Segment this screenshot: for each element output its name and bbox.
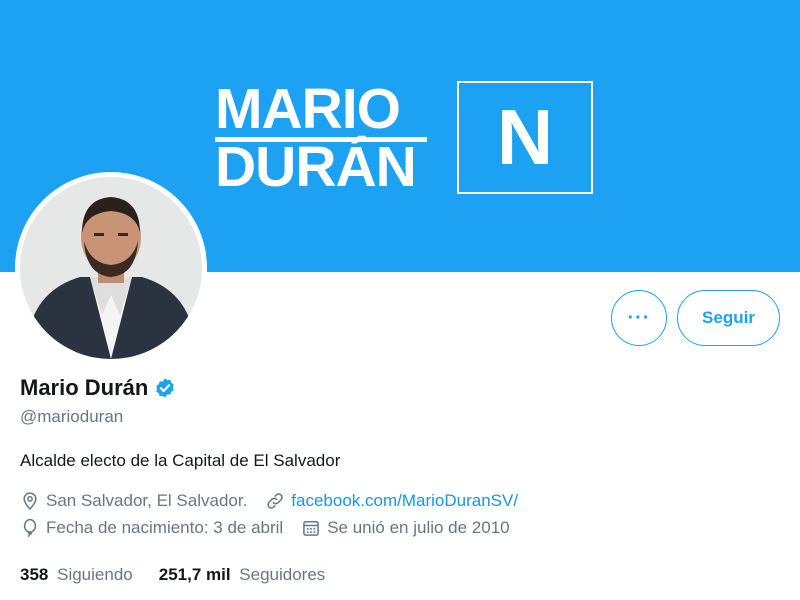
followers-count: 251,7 mil bbox=[158, 565, 231, 584]
profile-name: Mario Durán bbox=[20, 375, 149, 400]
profile-name-row: Mario Durán bbox=[20, 372, 176, 404]
balloon-icon bbox=[20, 518, 40, 538]
following-label: Siguiendo bbox=[57, 565, 133, 584]
profile-location-text: San Salvador, El Salvador. bbox=[46, 491, 248, 510]
profile-location: San Salvador, El Salvador. bbox=[20, 491, 247, 511]
profile-joined-text: Se unió en julio de 2010 bbox=[327, 518, 510, 537]
profile-meta-row-2: Fecha de nacimiento: 3 de abril Se unió … bbox=[20, 518, 528, 538]
profile-joined: Se unió en julio de 2010 bbox=[301, 518, 510, 538]
follow-button[interactable]: Seguir bbox=[677, 290, 780, 346]
avatar-photo bbox=[20, 177, 202, 359]
banner-logo-line1: MARIO bbox=[215, 77, 401, 141]
profile-bio: Alcalde electo de la Capital de El Salva… bbox=[20, 451, 341, 470]
avatar[interactable] bbox=[15, 172, 207, 364]
link-icon bbox=[265, 491, 285, 511]
more-options-button[interactable]: ··· bbox=[611, 290, 667, 346]
profile-meta-row: San Salvador, El Salvador. facebook.com/… bbox=[20, 491, 536, 511]
banner-logo-rule bbox=[215, 137, 427, 142]
following-stat[interactable]: 358 Siguiendo bbox=[20, 565, 133, 585]
followers-stat[interactable]: 251,7 mil Seguidores bbox=[159, 565, 326, 585]
profile-birthday-text: Fecha de nacimiento: 3 de abril bbox=[46, 518, 284, 537]
profile-birthday: Fecha de nacimiento: 3 de abril bbox=[20, 518, 283, 538]
location-pin-icon bbox=[20, 491, 40, 511]
followers-label: Seguidores bbox=[239, 565, 326, 584]
calendar-icon bbox=[301, 518, 321, 538]
profile-stats: 358 Siguiendo 251,7 mil Seguidores bbox=[20, 565, 351, 585]
profile-website[interactable]: facebook.com/MarioDuranSV/ bbox=[265, 491, 518, 511]
banner-logo-line2: DURÁN bbox=[215, 135, 417, 199]
verified-badge-icon bbox=[154, 377, 176, 399]
profile-handle: @marioduran bbox=[20, 407, 124, 426]
profile-website-link[interactable]: facebook.com/MarioDuranSV/ bbox=[291, 491, 518, 511]
banner-logo-badge: N bbox=[457, 81, 593, 194]
following-count: 358 bbox=[20, 565, 49, 584]
